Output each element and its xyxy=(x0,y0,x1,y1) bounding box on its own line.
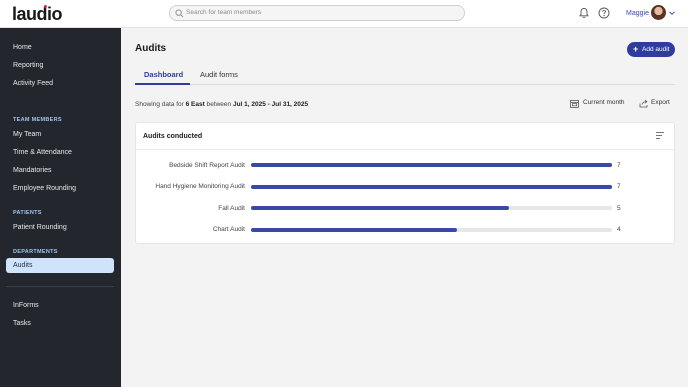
bar-value-label: 7 xyxy=(617,161,621,169)
bar-label: Bedside Shift Report Audit xyxy=(169,161,245,169)
chevron-down-icon[interactable] xyxy=(668,9,676,17)
tabs-divider xyxy=(135,84,675,85)
sidebar-item-activity-feed[interactable]: Activity Feed xyxy=(6,76,114,91)
sidebar-item-tasks[interactable]: Tasks xyxy=(6,316,114,331)
laudio-logo[interactable]: laudio xyxy=(12,4,63,25)
plus-icon: + xyxy=(633,44,639,54)
bar-label: Hand Hygiene Monitoring Audit xyxy=(155,183,245,190)
search-placeholder: Search for team members xyxy=(186,9,262,16)
bar-value-label: 5 xyxy=(617,204,621,212)
sidebar-item-reporting[interactable]: Reporting xyxy=(6,58,114,73)
showing-prefix: Showing data for xyxy=(135,101,184,108)
audits-conducted-card: Audits conducted Bedside Shift Report Au… xyxy=(135,122,675,244)
bar[interactable] xyxy=(251,206,509,210)
add-audit-label: Add audit xyxy=(642,46,670,53)
sort-icon[interactable] xyxy=(655,131,665,140)
add-audit-button[interactable]: + Add audit xyxy=(627,42,675,57)
section-team-members: TEAM MEMBERS xyxy=(13,117,62,123)
bar-track xyxy=(251,184,612,189)
unit-name: 6 East xyxy=(185,101,205,108)
top-bar: laudio Search for team members Maggie xyxy=(0,0,688,28)
card-divider xyxy=(136,149,674,150)
chart-title: Audits conducted xyxy=(143,133,203,140)
bar-label: Fall Audit xyxy=(218,204,245,212)
search-input[interactable]: Search for team members xyxy=(169,5,465,21)
avatar[interactable] xyxy=(651,5,666,20)
user-name[interactable]: Maggie xyxy=(626,9,649,18)
bar-track xyxy=(251,163,612,167)
tab-audit-forms[interactable]: Audit forms xyxy=(200,70,238,80)
bar-track xyxy=(251,206,612,210)
section-patients: PATIENTS xyxy=(13,210,42,216)
help-icon[interactable] xyxy=(598,7,610,19)
showing-between: between xyxy=(206,101,232,108)
sidebar-item-home[interactable]: Home xyxy=(6,40,114,55)
active-tab-indicator xyxy=(135,83,190,85)
sidebar: Home Reporting Activity Feed TEAM MEMBER… xyxy=(0,28,121,387)
calendar-icon xyxy=(570,99,579,108)
logo-dot xyxy=(44,5,47,8)
sidebar-item-patient-rounding[interactable]: Patient Rounding xyxy=(6,220,114,235)
search-icon xyxy=(175,9,184,18)
sidebar-item-mandatories[interactable]: Mandatories xyxy=(6,163,114,178)
export-label: Export xyxy=(651,99,670,106)
section-departments: DEPARTMENTS xyxy=(13,249,58,255)
export-icon xyxy=(639,99,648,108)
bar[interactable] xyxy=(251,163,612,167)
page-title: Audits xyxy=(135,43,167,54)
tab-dashboard[interactable]: Dashboard xyxy=(144,70,183,80)
current-month-label: Current month xyxy=(583,99,625,106)
bar-value-label: 7 xyxy=(617,183,621,190)
bar-value-label: 4 xyxy=(617,226,621,233)
sidebar-divider xyxy=(6,286,114,287)
date-range: Jul 1, 2025 - Jul 31, 2025 xyxy=(232,101,309,108)
data-range-summary: Showing data for 6 East between Jul 1, 2… xyxy=(135,100,308,109)
sidebar-item-audits[interactable]: Audits xyxy=(6,258,114,273)
sidebar-item-informs[interactable]: InForms xyxy=(6,298,114,313)
bar-label: Chart Audit xyxy=(212,226,245,233)
bar[interactable] xyxy=(251,184,612,189)
bell-icon[interactable] xyxy=(578,7,590,19)
bar[interactable] xyxy=(251,227,458,232)
sidebar-item-employee-rounding[interactable]: Employee Rounding xyxy=(6,181,114,196)
sidebar-item-my-team[interactable]: My Team xyxy=(6,127,114,142)
bar-track xyxy=(251,227,612,232)
sidebar-item-time-attendance[interactable]: Time & Attendance xyxy=(6,145,114,160)
